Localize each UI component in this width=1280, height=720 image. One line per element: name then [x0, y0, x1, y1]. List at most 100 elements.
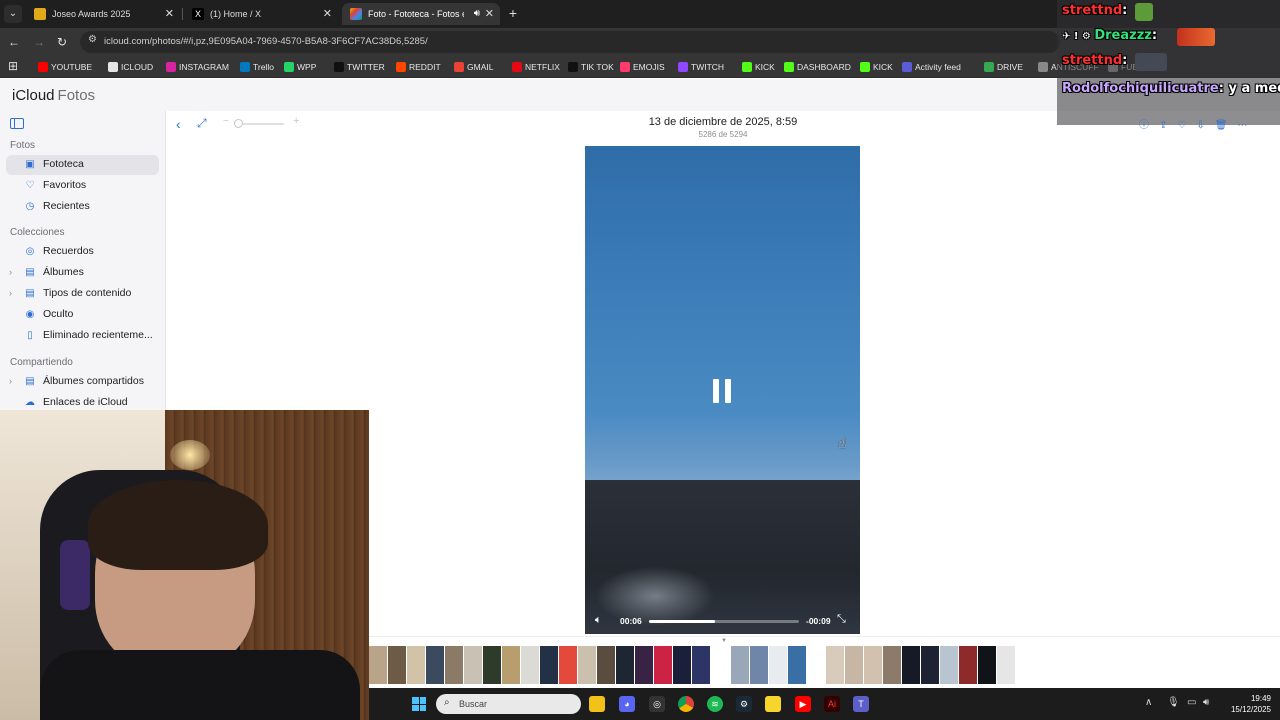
filmstrip-thumbnail[interactable] — [997, 646, 1015, 684]
sidebar-item[interactable]: ▯ Eliminado recienteme... — [6, 326, 159, 346]
volume-icon[interactable]: 🔈︎ — [595, 614, 602, 627]
apps-grid-icon[interactable]: ⊞ — [8, 60, 20, 72]
filmstrip-thumbnail[interactable] — [426, 646, 444, 684]
filmstrip-thumbnail[interactable] — [978, 646, 996, 684]
filmstrip-thumbnail[interactable] — [635, 646, 653, 684]
fullscreen-icon[interactable]: ⤡ — [837, 613, 846, 626]
filmstrip-thumbnail[interactable] — [654, 646, 672, 684]
share-icon[interactable]: ⇪ — [1159, 120, 1167, 131]
zoom-in-icon[interactable]: + — [293, 115, 299, 127]
back-chevron-icon[interactable]: ‹ — [176, 116, 181, 132]
close-icon[interactable]: ✕ — [323, 3, 332, 25]
taskbar-clock[interactable]: 19:49 15/12/2025 — [1219, 693, 1271, 715]
spotify-icon[interactable]: ≋ — [707, 696, 723, 712]
filmstrip-thumbnail[interactable] — [597, 646, 615, 684]
chevron-right-icon[interactable]: › — [9, 288, 12, 298]
windows-start-icon[interactable] — [412, 697, 426, 711]
info-icon[interactable]: ⓘ — [1139, 120, 1149, 131]
filmstrip-thumbnail[interactable] — [769, 646, 787, 684]
tab-search-button[interactable]: ⌄ — [4, 5, 22, 23]
sidebar-item[interactable]: › ▤ Tipos de contenido — [6, 284, 159, 304]
filmstrip-thumbnail[interactable] — [464, 646, 482, 684]
back-button[interactable]: ← — [6, 34, 22, 50]
filmstrip-thumbnail[interactable] — [616, 646, 634, 684]
tray-chevron-icon[interactable]: ∧ — [1145, 697, 1152, 708]
address-bar[interactable]: ⚙︎ icloud.com/photos/#/i,pz,9E095A04-796… — [80, 31, 1060, 53]
sidebar-item[interactable]: ◷ Recientes — [6, 197, 159, 217]
close-icon[interactable]: ✕ — [485, 3, 494, 25]
teams-icon[interactable]: T — [853, 696, 869, 712]
discord-icon[interactable]: ◕ — [619, 696, 635, 712]
tab-joseo-awards[interactable]: Joseo Awards 2025 ✕ — [26, 3, 180, 25]
sidebar-item[interactable]: › ▤ Álbumes — [6, 263, 159, 283]
filmstrip-thumbnail[interactable] — [864, 646, 882, 684]
sidebar-toggle-icon[interactable] — [10, 118, 24, 129]
volume-tray-icon[interactable]: 🔊︎ — [1203, 697, 1209, 708]
sidebar-item[interactable]: › ▤ Álbumes compartidos — [6, 372, 159, 392]
sidebar-item[interactable]: ♡ Favoritos — [6, 176, 159, 196]
filmstrip-thumbnail[interactable] — [673, 646, 691, 684]
filmstrip-thumbnail[interactable] — [845, 646, 863, 684]
filmstrip-thumbnail[interactable] — [750, 646, 768, 684]
new-tab-button[interactable]: + — [505, 5, 521, 21]
bookmark-item[interactable]: GMAIL — [454, 60, 493, 74]
tab-x-home[interactable]: X (1) Home / X ✕ — [184, 3, 338, 25]
bookmark-item[interactable]: DASHBOARD — [784, 60, 851, 74]
microphone-icon[interactable]: 🎙︎ — [1167, 697, 1180, 708]
icloud-logo[interactable]: iCloud Fotos — [10, 87, 95, 104]
pause-icon[interactable] — [713, 379, 731, 403]
favorite-icon[interactable]: ♡ — [1177, 120, 1186, 131]
filmstrip-thumbnail[interactable] — [502, 646, 520, 684]
filmstrip-thumbnail[interactable] — [788, 646, 806, 684]
download-icon[interactable]: ⇩ — [1196, 120, 1204, 131]
bookmark-item[interactable]: WPP — [284, 60, 316, 74]
steam-icon[interactable]: ⚙︎ — [736, 696, 752, 712]
filmstrip-thumbnail[interactable] — [959, 646, 977, 684]
filmstrip-thumbnail[interactable] — [445, 646, 463, 684]
chrome-icon[interactable] — [678, 696, 694, 712]
bookmark-item[interactable]: KICK — [742, 60, 775, 74]
close-icon[interactable]: ✕ — [165, 3, 174, 25]
filmstrip-thumbnail[interactable] — [559, 646, 577, 684]
taskbar-search[interactable]: ⌕ Buscar — [436, 694, 581, 714]
site-info-icon[interactable]: ⚙︎ — [88, 34, 97, 45]
filmstrip-thumbnail[interactable] — [540, 646, 558, 684]
forward-button[interactable]: → — [31, 34, 47, 50]
filmstrip-thumbnail[interactable] — [578, 646, 596, 684]
bookmark-item[interactable]: TIK TOK — [568, 60, 614, 74]
delete-icon[interactable]: 🗑︎ — [1215, 120, 1228, 131]
obs-icon[interactable]: ◎ — [649, 696, 665, 712]
bookmark-item[interactable]: NETFLIX — [512, 60, 560, 74]
bookmark-item[interactable]: Trello — [240, 60, 274, 74]
bookmark-item[interactable]: YOUTUBE — [38, 60, 92, 74]
illustrator-icon[interactable]: Ai — [824, 696, 840, 712]
filmstrip-thumbnail[interactable] — [521, 646, 539, 684]
bookmark-item[interactable]: TWITCH — [678, 60, 724, 74]
speaker-icon[interactable]: 🔊︎ — [474, 3, 480, 25]
bookmark-item[interactable]: KICK — [860, 60, 893, 74]
bookmark-item[interactable]: ICLOUD — [108, 60, 153, 74]
sidebar-item[interactable]: ▣ Fototeca — [6, 155, 159, 175]
bookmark-item[interactable]: REDDIT — [396, 60, 441, 74]
reload-button[interactable]: ↻ — [54, 34, 70, 50]
bookmark-item[interactable]: INSTAGRAM — [166, 60, 229, 74]
sidebar-item[interactable]: ◉ Oculto — [6, 305, 159, 325]
bookmark-item[interactable]: TWITTER — [334, 60, 385, 74]
zoom-slider-knob[interactable] — [234, 119, 243, 128]
filmstrip-thumbnail[interactable] — [388, 646, 406, 684]
youtube-icon[interactable]: ▶︎ — [795, 696, 811, 712]
video-player[interactable]: 🔈︎ 00:06 -00:09 ⤡ — [585, 146, 860, 634]
expand-icon[interactable]: ⤢ — [197, 116, 207, 131]
network-icon[interactable]: ▭ — [1187, 697, 1196, 708]
zoom-out-icon[interactable]: − — [223, 116, 229, 127]
filmstrip-thumbnail[interactable] — [731, 646, 749, 684]
file-explorer-icon[interactable] — [589, 696, 605, 712]
filmstrip-thumbnail[interactable] — [826, 646, 844, 684]
filmstrip-thumbnail[interactable] — [921, 646, 939, 684]
bookmark-item[interactable]: EMOJIS — [620, 60, 665, 74]
video-scrubber[interactable] — [649, 620, 799, 623]
sidebar-item[interactable]: ◎ Recuerdos — [6, 242, 159, 262]
chevron-right-icon[interactable]: › — [9, 376, 12, 386]
tab-icloud-photos[interactable]: Foto - Fototeca - Fotos en iCloud 🔊︎ ✕ — [342, 3, 500, 25]
filmstrip-thumbnail[interactable] — [883, 646, 901, 684]
